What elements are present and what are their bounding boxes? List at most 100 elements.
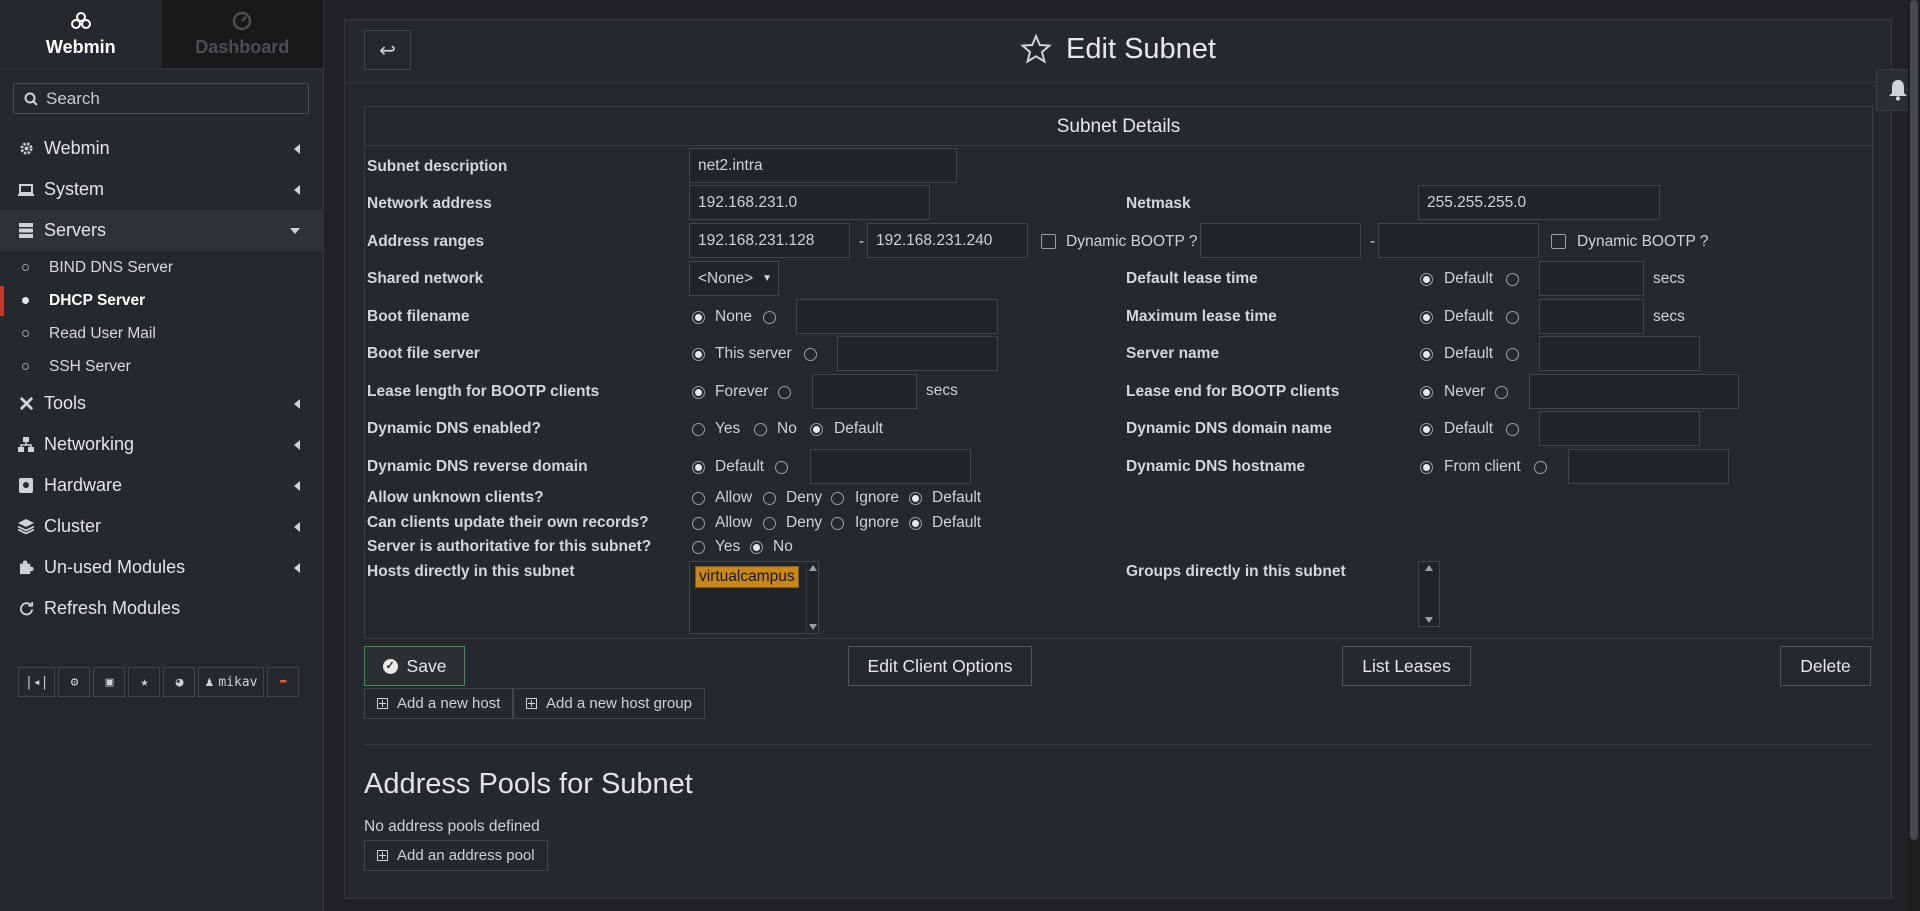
default-lease-default-radio[interactable] xyxy=(1420,273,1433,286)
delete-button[interactable]: Delete xyxy=(1780,646,1871,686)
label-groups-in-subnet: Groups directly in this subnet xyxy=(1126,563,1346,580)
range-start-input[interactable]: 192.168.231.128 xyxy=(689,223,850,258)
sidebar-subitem-read-mail[interactable]: Read User Mail xyxy=(0,317,324,350)
sidebar-item-networking[interactable]: Networking xyxy=(0,424,324,465)
bootp-end-never-radio[interactable] xyxy=(1420,386,1433,399)
label-allow-unknown: Allow unknown clients? xyxy=(367,489,544,506)
range2-end-input[interactable] xyxy=(1378,223,1539,258)
unknown-default-radio[interactable] xyxy=(909,492,922,505)
groups-list-scrollbar[interactable] xyxy=(1419,562,1439,626)
boot-server-custom-radio[interactable] xyxy=(804,348,817,361)
sidebar-item-refresh-modules[interactable]: Refresh Modules xyxy=(0,588,324,629)
server-name-custom-radio[interactable] xyxy=(1506,348,1519,361)
bootp-lease-input[interactable] xyxy=(812,374,917,409)
add-host-button[interactable]: Add a new host xyxy=(364,688,514,719)
update-ignore-radio[interactable] xyxy=(831,517,844,530)
shared-network-select[interactable]: <None> ▼ xyxy=(689,261,779,296)
label-shared-network: Shared network xyxy=(367,270,484,287)
unknown-allow-radio[interactable] xyxy=(692,492,705,505)
sidebar-item-unused-modules[interactable]: Un-used Modules xyxy=(0,547,324,588)
star-outline-icon[interactable] xyxy=(1019,33,1053,64)
boot-filename-input[interactable] xyxy=(796,299,998,334)
bootp-end-input[interactable] xyxy=(1529,374,1739,409)
netmask-input[interactable]: 255.255.255.0 xyxy=(1418,185,1660,220)
caret-down-icon: ▼ xyxy=(762,273,772,284)
ddns-yes-radio[interactable] xyxy=(692,423,705,436)
settings-button[interactable]: ⚙ xyxy=(58,667,91,697)
terminal-button[interactable]: ▣ xyxy=(93,667,126,697)
sidebar-item-cluster[interactable]: Cluster xyxy=(0,506,324,547)
ddns-domain-default-radio[interactable] xyxy=(1420,423,1433,436)
sidebar-item-tools[interactable]: Tools xyxy=(0,383,324,424)
max-lease-input[interactable] xyxy=(1539,299,1644,334)
update-default-radio[interactable] xyxy=(909,517,922,530)
ddns-domain-custom-radio[interactable] xyxy=(1506,423,1519,436)
dynamic-bootp-checkbox[interactable] xyxy=(1041,234,1056,249)
authoritative-no-radio[interactable] xyxy=(750,541,763,554)
ddns-reverse-input[interactable] xyxy=(810,449,971,484)
ddns-hostname-client-radio[interactable] xyxy=(1420,461,1433,474)
radio-label: Allow xyxy=(715,489,753,506)
max-lease-default-radio[interactable] xyxy=(1420,311,1433,324)
sidebar-item-servers[interactable]: Servers xyxy=(0,210,324,251)
ddns-hostname-input[interactable] xyxy=(1568,449,1729,484)
tab-dashboard[interactable]: Dashboard xyxy=(161,0,323,68)
bootp-end-custom-radio[interactable] xyxy=(1495,386,1508,399)
ddns-default-radio[interactable] xyxy=(810,423,823,436)
hosts-list-scrollbar[interactable] xyxy=(806,562,818,633)
authoritative-yes-radio[interactable] xyxy=(692,541,705,554)
user-cog-icon: ♟ xyxy=(205,674,214,690)
update-allow-radio[interactable] xyxy=(692,517,705,530)
list-leases-button[interactable]: List Leases xyxy=(1342,646,1471,686)
unknown-ignore-radio[interactable] xyxy=(831,492,844,505)
favorites-button[interactable]: ★ xyxy=(128,667,161,697)
server-name-input[interactable] xyxy=(1539,336,1700,371)
edit-client-options-button[interactable]: Edit Client Options xyxy=(848,646,1032,686)
sidebar-subitem-ssh[interactable]: SSH Server xyxy=(0,350,324,383)
ddns-reverse-default-radio[interactable] xyxy=(692,461,705,474)
default-lease-input[interactable] xyxy=(1539,261,1644,296)
server-name-default-radio[interactable] xyxy=(1420,348,1433,361)
sidebar-item-system[interactable]: System xyxy=(0,169,324,210)
add-pool-label: Add an address pool xyxy=(397,847,535,864)
subnet-description-input[interactable]: net2.intra xyxy=(689,148,957,183)
theme-button[interactable]: ◕ xyxy=(163,667,196,697)
collapse-sidebar-button[interactable]: |◂| xyxy=(18,667,56,697)
user-button[interactable]: ♟ mikav xyxy=(198,667,265,697)
page-scrollbar[interactable] xyxy=(1908,0,1920,911)
boot-server-input[interactable] xyxy=(837,336,998,371)
sidebar-subitem-dhcp[interactable]: DHCP Server xyxy=(0,284,324,317)
ddns-reverse-custom-radio[interactable] xyxy=(775,461,788,474)
chevron-left-icon xyxy=(294,563,300,573)
save-button[interactable]: ✓ Save xyxy=(364,646,465,686)
sidebar-subitem-bind-dns[interactable]: BIND DNS Server xyxy=(0,251,324,284)
groups-list[interactable] xyxy=(1418,561,1440,627)
add-host-group-button[interactable]: Add a new host group xyxy=(513,688,705,719)
sidebar-item-hardware[interactable]: Hardware xyxy=(0,465,324,506)
boot-filename-none-radio[interactable] xyxy=(692,311,705,324)
bootp-lease-forever-radio[interactable] xyxy=(692,386,705,399)
ddns-hostname-custom-radio[interactable] xyxy=(1534,461,1547,474)
host-list-item[interactable]: virtualcampus xyxy=(695,566,799,588)
bootp-lease-custom-radio[interactable] xyxy=(778,386,791,399)
dynamic-bootp-checkbox-2[interactable] xyxy=(1551,234,1566,249)
sidebar-item-webmin[interactable]: Webmin xyxy=(0,128,324,169)
range-end-input[interactable]: 192.168.231.240 xyxy=(867,223,1028,258)
default-lease-custom-radio[interactable] xyxy=(1506,273,1519,286)
label-subnet-description: Subnet description xyxy=(367,158,508,175)
update-deny-radio[interactable] xyxy=(763,517,776,530)
ddns-no-radio[interactable] xyxy=(754,423,767,436)
hosts-list[interactable]: virtualcampus xyxy=(689,561,819,634)
add-pool-button[interactable]: Add an address pool xyxy=(364,840,548,871)
search-input[interactable]: Search xyxy=(13,83,309,114)
logout-button[interactable]: ➦ xyxy=(267,667,300,697)
unknown-deny-radio[interactable] xyxy=(763,492,776,505)
scrollbar-thumb[interactable] xyxy=(1910,0,1918,840)
range2-start-input[interactable] xyxy=(1200,223,1361,258)
network-address-input[interactable]: 192.168.231.0 xyxy=(689,185,930,220)
max-lease-custom-radio[interactable] xyxy=(1506,311,1519,324)
boot-server-this-radio[interactable] xyxy=(692,348,705,361)
tab-webmin[interactable]: Webmin xyxy=(0,0,162,68)
ddns-domain-input[interactable] xyxy=(1539,411,1700,446)
boot-filename-custom-radio[interactable] xyxy=(763,311,776,324)
